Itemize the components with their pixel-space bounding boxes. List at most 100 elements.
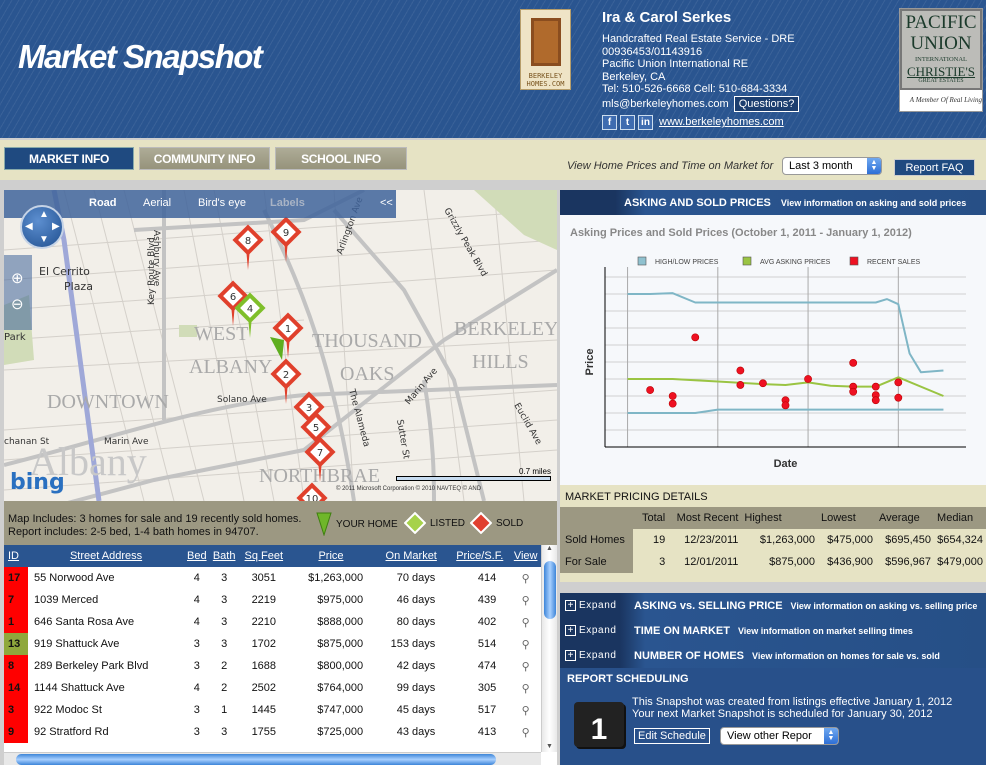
table-vertical-scrollbar[interactable]: ▲ ▼ bbox=[541, 545, 557, 752]
view-magnifier-icon[interactable]: ⚲ bbox=[510, 699, 541, 721]
column-price[interactable]: Price bbox=[288, 545, 374, 567]
agent-line: Handcrafted Real Estate Service - DRE bbox=[602, 33, 795, 45]
view-magnifier-icon[interactable]: ⚲ bbox=[510, 655, 541, 677]
map-marker-sold[interactable]: 9 bbox=[270, 216, 302, 262]
tab-market-info[interactable]: MARKET INFO bbox=[4, 147, 134, 170]
map[interactable]: WEST ALBANY THOUSAND OAKS BERKELEY HILLS… bbox=[4, 190, 557, 501]
map-mode-birds-eye[interactable]: Bird's eye bbox=[198, 197, 246, 209]
pan-control[interactable]: ▲ ▼ ◀ ▶ bbox=[20, 205, 64, 249]
asking-sold-header[interactable]: ASKING AND SOLD PRICES View information … bbox=[560, 190, 986, 215]
expand-plus-icon[interactable]: + bbox=[565, 625, 576, 636]
pan-right-icon[interactable]: ▶ bbox=[52, 221, 60, 232]
scroll-down-icon[interactable]: ▼ bbox=[546, 743, 553, 750]
app-title: Market Snapshot bbox=[18, 38, 263, 75]
view-magnifier-icon[interactable]: ⚲ bbox=[510, 611, 541, 633]
map-mode-aerial[interactable]: Aerial bbox=[143, 197, 171, 209]
column-bath[interactable]: Bath bbox=[209, 545, 239, 567]
table-row[interactable]: 8 289 Berkeley Park Blvd 3 2 1688 $800,000 42 … bbox=[4, 655, 541, 677]
view-other-reports-select[interactable]: View other Repor ▲ ▼ bbox=[720, 727, 839, 745]
zoom-in-icon[interactable]: ⊕ bbox=[11, 269, 32, 287]
facebook-icon[interactable]: f bbox=[602, 115, 617, 130]
cell-price: $764,000 bbox=[317, 682, 364, 694]
cell-street-address: 922 Modoc St bbox=[34, 704, 102, 716]
column-bed[interactable]: Bed bbox=[184, 545, 210, 567]
cell-sq-feet: 2210 bbox=[251, 616, 277, 628]
column-price-per-sqft[interactable]: Price/S.F. bbox=[449, 545, 511, 567]
expander-number-of-homes[interactable]: + Expand NUMBER OF HOMES View informatio… bbox=[560, 643, 986, 668]
vertical-scroll-thumb[interactable] bbox=[544, 561, 556, 619]
pan-up-icon[interactable]: ▲ bbox=[39, 209, 49, 220]
pan-left-icon[interactable]: ◀ bbox=[25, 221, 33, 232]
expander-title: NUMBER OF HOMES bbox=[634, 649, 744, 662]
table-row[interactable]: 9 92 Stratford Rd 3 3 1755 $725,000 43 days 413… bbox=[4, 721, 541, 743]
table-row[interactable]: 1 646 Santa Rosa Ave 4 3 2210 $888,000 80 days… bbox=[4, 611, 541, 633]
cell-id: 14 bbox=[4, 677, 28, 699]
expander-time-on-market[interactable]: + Expand TIME ON MARKET View information… bbox=[560, 618, 986, 643]
cell-price-per-sqft: 514 bbox=[477, 638, 497, 650]
twitter-icon[interactable]: t bbox=[620, 115, 635, 130]
expand-plus-icon[interactable]: + bbox=[565, 650, 576, 661]
listings-header-row: ID Street Address Bed Bath Sq Feet Price… bbox=[4, 545, 541, 567]
legend-label: AVG ASKING PRICES bbox=[760, 259, 831, 266]
brokerage-logo[interactable]: PACIFIC UNION INTERNATIONAL CHRISTIE'S G… bbox=[899, 8, 983, 112]
column-id[interactable]: ID bbox=[4, 545, 28, 567]
pricing-col bbox=[560, 507, 634, 529]
cell-price-per-sqft: 517 bbox=[477, 704, 497, 716]
map-mode-bar: Road Aerial Bird's eye Labels << bbox=[4, 190, 396, 218]
agent-email-link[interactable]: mls@berkeleyhomes.com bbox=[602, 98, 729, 110]
table-row[interactable]: 7 1039 Merced 4 3 2219 $975,000 46 days 439 ⚲ bbox=[4, 589, 541, 611]
collapse-map-bar-button[interactable]: << bbox=[380, 197, 393, 209]
table-row[interactable]: 13 919 Shattuck Ave 3 3 1702 $875,000 153 days… bbox=[4, 633, 541, 655]
horizontal-scroll-thumb[interactable] bbox=[16, 754, 496, 765]
pricing-header-row: Total Most Recent Highest Lowest Average… bbox=[560, 507, 986, 529]
agent-website-link[interactable]: www.berkeleyhomes.com bbox=[659, 116, 784, 129]
agent-logo[interactable]: BERKELEY HOMES.COM bbox=[520, 9, 571, 90]
report-scheduling: REPORT SCHEDULING 1 This Snapshot was cr… bbox=[560, 668, 986, 765]
tab-school-info[interactable]: SCHOOL INFO bbox=[275, 147, 407, 170]
sale-point bbox=[804, 375, 812, 383]
cell-price: $725,000 bbox=[317, 726, 364, 738]
map-marker-sold[interactable]: 2 bbox=[270, 358, 302, 404]
your-home-marker[interactable] bbox=[270, 337, 284, 360]
table-row[interactable]: 17 55 Norwood Ave 4 3 3051 $1,263,000 70 days 4… bbox=[4, 567, 541, 589]
view-magnifier-icon[interactable]: ⚲ bbox=[510, 633, 541, 655]
view-magnifier-icon[interactable]: ⚲ bbox=[510, 567, 541, 589]
pricing-cell: 12/23/2011 bbox=[684, 534, 739, 546]
edit-schedule-button[interactable]: Edit Schedule bbox=[634, 728, 710, 744]
period-select[interactable]: Last 3 month ▲ ▼ bbox=[782, 157, 882, 175]
view-magnifier-icon[interactable]: ⚲ bbox=[510, 677, 541, 699]
expand-label[interactable]: Expand bbox=[579, 650, 629, 661]
expand-label[interactable]: Expand bbox=[579, 625, 629, 636]
table-row[interactable]: 3 922 Modoc St 3 1 1445 $747,000 45 days 517 ⚲ bbox=[4, 699, 541, 721]
expand-label[interactable]: Expand bbox=[579, 600, 629, 611]
cell-bath: 3 bbox=[221, 616, 228, 628]
table-row[interactable]: 14 1144 Shattuck Ave 4 2 2502 $764,000 99 days… bbox=[4, 677, 541, 699]
pan-down-icon[interactable]: ▼ bbox=[39, 234, 49, 245]
column-on-market[interactable]: On Market bbox=[373, 545, 450, 567]
map-marker-sold[interactable]: 8 bbox=[232, 224, 264, 270]
column-view[interactable]: View bbox=[510, 545, 541, 567]
zoom-out-icon[interactable]: ⊖ bbox=[11, 295, 32, 313]
cell-bed: 3 bbox=[193, 660, 200, 672]
questions-button[interactable]: Questions? bbox=[733, 95, 800, 112]
table-horizontal-scrollbar[interactable] bbox=[4, 752, 541, 765]
scroll-up-icon[interactable]: ▲ bbox=[542, 545, 557, 552]
map-marker-listed[interactable]: 4 bbox=[234, 292, 266, 338]
map-marker-sold[interactable]: 10 bbox=[296, 482, 328, 501]
map-mode-labels[interactable]: Labels bbox=[270, 197, 305, 209]
report-faq-button[interactable]: Report FAQ bbox=[894, 159, 975, 176]
linkedin-icon[interactable]: in bbox=[638, 115, 653, 130]
price-chart-svg: Date Price HIGH/LOW PRICES AVG ASKING PRICE… bbox=[584, 256, 966, 470]
cell-bed: 4 bbox=[193, 572, 200, 584]
map-mode-road[interactable]: Road bbox=[89, 197, 117, 209]
view-magnifier-icon[interactable]: ⚲ bbox=[510, 721, 541, 743]
expander-asking-vs-selling[interactable]: + Expand ASKING vs. SELLING PRICE View i… bbox=[560, 593, 986, 618]
column-address[interactable]: Street Address bbox=[28, 545, 185, 567]
view-magnifier-icon[interactable]: ⚲ bbox=[510, 589, 541, 611]
tab-community-info[interactable]: COMMUNITY INFO bbox=[139, 147, 270, 170]
column-sqft[interactable]: Sq Feet bbox=[238, 545, 289, 567]
cell-id: 3 bbox=[4, 699, 28, 721]
pricing-cell: $436,900 bbox=[827, 556, 874, 568]
map-marker-sold[interactable]: 7 bbox=[304, 436, 336, 482]
expand-plus-icon[interactable]: + bbox=[565, 600, 576, 611]
